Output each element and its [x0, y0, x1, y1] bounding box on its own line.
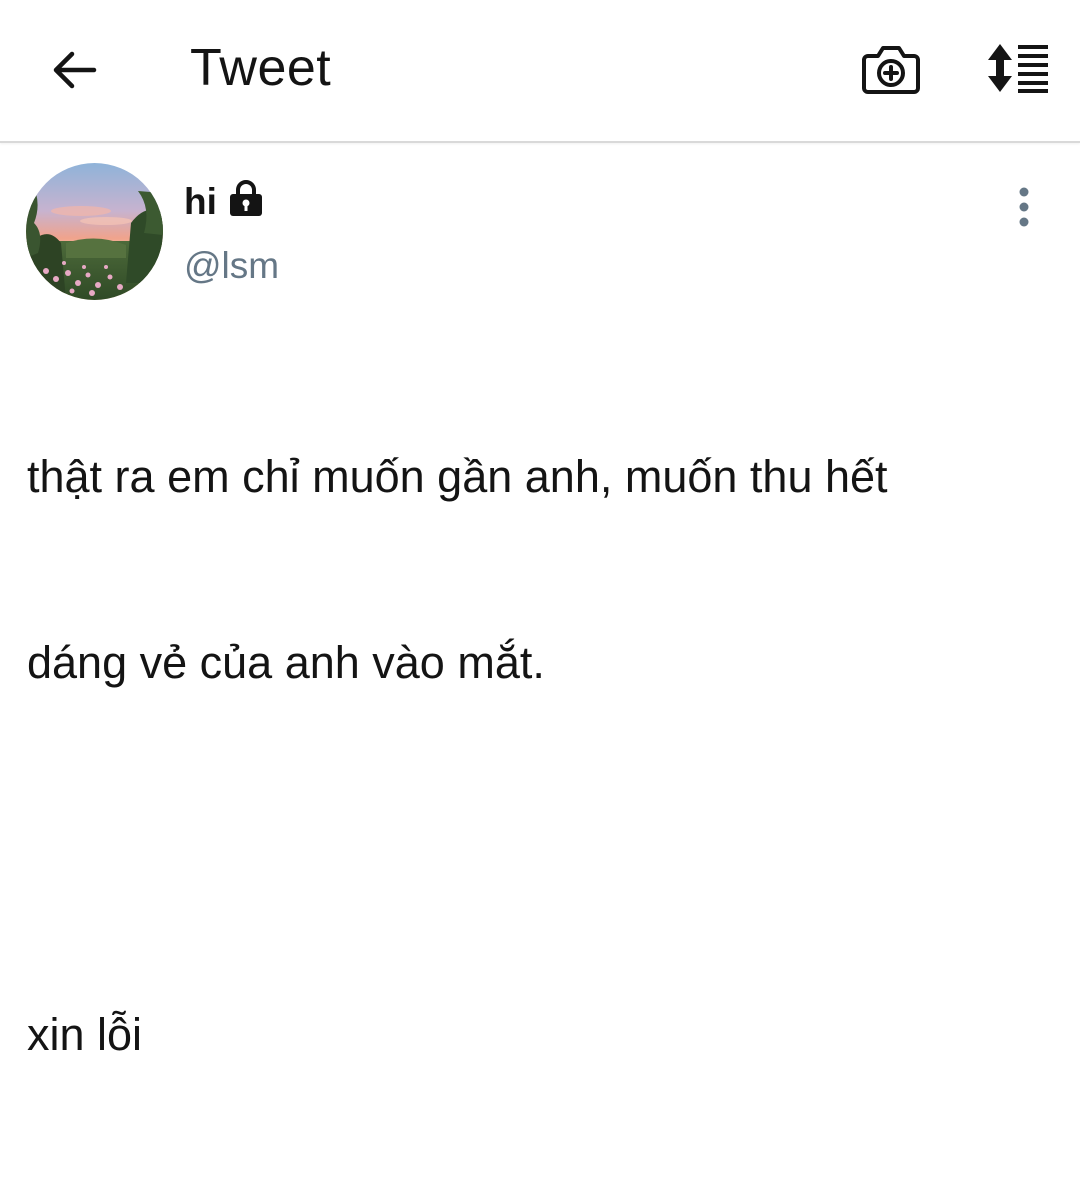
top-app-bar: Tweet — [0, 0, 1080, 143]
back-button[interactable] — [48, 44, 100, 96]
avatar[interactable] — [26, 163, 163, 300]
tweet-text-line: thật ra em chỉ muốn gần anh, muốn thu hế… — [27, 451, 888, 502]
display-name[interactable]: hi — [184, 180, 217, 224]
tweet-text: thật ra em chỉ muốn gần anh, muốn thu hế… — [27, 322, 1057, 1188]
tweet-text-spacer — [27, 818, 1057, 880]
sort-button[interactable] — [982, 42, 1052, 94]
more-options-button[interactable] — [1010, 186, 1038, 228]
avatar-image — [26, 163, 163, 300]
tweet-text-line: dáng vẻ của anh vào mắt. — [27, 637, 545, 688]
sort-lines-icon — [988, 44, 1048, 93]
arrow-left-icon — [53, 51, 97, 89]
tweet-text-line: xin lỗi — [27, 1009, 143, 1060]
user-handle[interactable]: @lsm — [184, 244, 279, 288]
page-title: Tweet — [190, 39, 332, 97]
camera-plus-icon — [862, 46, 920, 94]
add-photo-button[interactable] — [860, 40, 922, 98]
lock-icon — [230, 180, 262, 216]
more-vertical-icon — [1019, 187, 1029, 227]
